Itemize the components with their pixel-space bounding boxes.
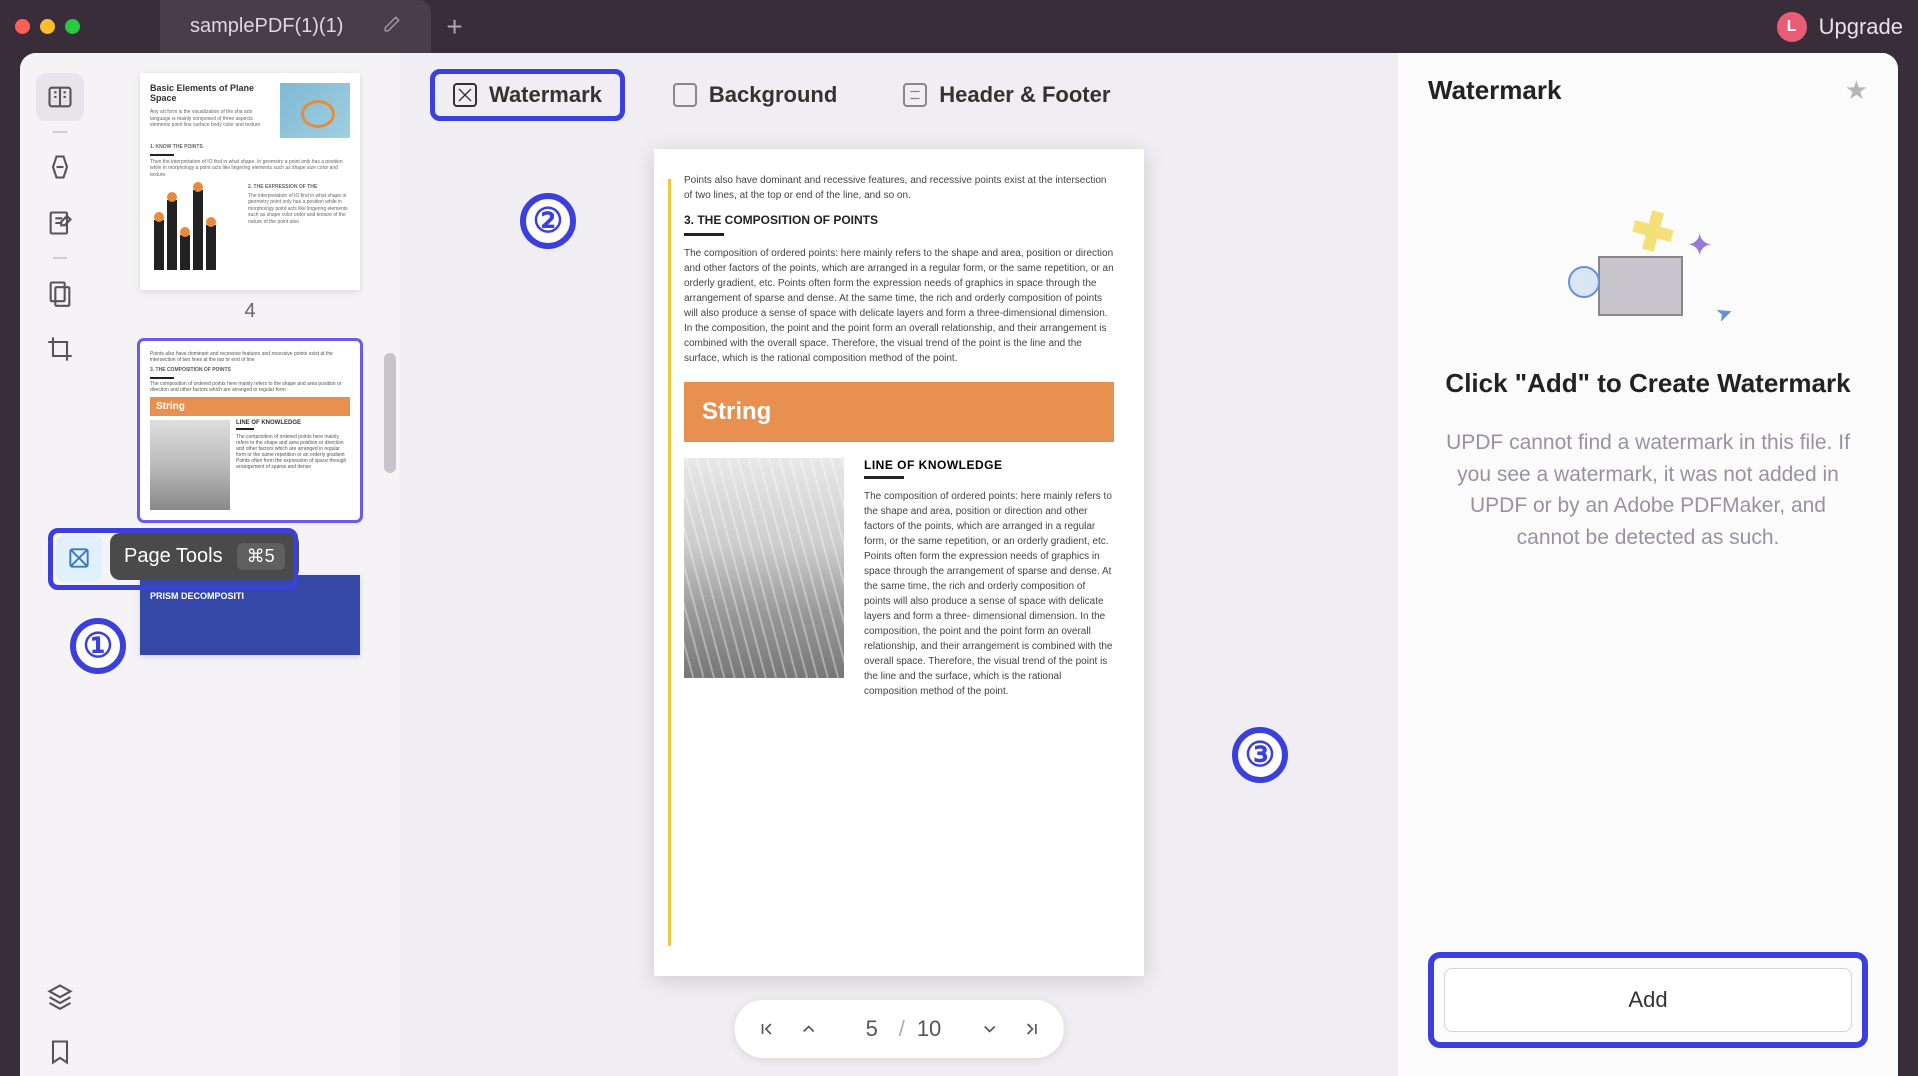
crop-tool[interactable] (36, 325, 84, 373)
tutorial-marker-2: ② (520, 193, 576, 249)
page-separator: / (899, 1016, 905, 1042)
page-navigator: 5 / 10 (735, 1000, 1064, 1058)
doc-image (684, 458, 844, 678)
next-page-button[interactable] (979, 1019, 999, 1039)
watermark-icon (453, 83, 477, 107)
minimize-window[interactable] (40, 19, 55, 34)
thumb4-title: Basic Elements of Plane Space (150, 83, 272, 103)
tutorial-highlight-1 (48, 528, 298, 590)
first-page-button[interactable] (757, 1019, 777, 1039)
titlebar: samplePDF(1)(1) + L Upgrade (0, 0, 1918, 53)
app-body: Page Tools ⌘5 Basic Elements of Plane Sp… (20, 53, 1898, 1076)
doc-string-banner: String (684, 382, 1114, 442)
tutorial-marker-3: ③ (1232, 727, 1288, 783)
tab-watermark-label: Watermark (489, 82, 602, 108)
separator (53, 131, 67, 133)
reader-tool[interactable] (36, 73, 84, 121)
thumb4-chart (150, 184, 240, 274)
doc-intro: Points also have dominant and recessive … (684, 173, 1114, 203)
document-tab[interactable]: samplePDF(1)(1) (160, 0, 431, 53)
tab-watermark[interactable]: Watermark (430, 69, 625, 121)
new-tab-button[interactable]: + (446, 11, 462, 43)
maximize-window[interactable] (65, 19, 80, 34)
last-page-button[interactable] (1021, 1019, 1041, 1039)
doc-body2: The composition of ordered points: here … (864, 489, 1114, 699)
close-window[interactable] (15, 19, 30, 34)
empty-state-illustration: ✦ ➤ (1558, 206, 1738, 336)
doc-rule (684, 233, 724, 236)
panel-title: Watermark (1428, 75, 1561, 106)
organize-tool[interactable] (36, 269, 84, 317)
rename-tab-icon[interactable] (383, 15, 401, 39)
document-page: Points also have dominant and recessive … (654, 149, 1144, 976)
tab-title: samplePDF(1)(1) (190, 15, 343, 38)
tab-header-footer-label: Header & Footer (939, 82, 1110, 108)
traffic-lights (15, 19, 80, 34)
document-viewer[interactable]: Points also have dominant and recessive … (400, 129, 1398, 1076)
highlight-tool[interactable] (36, 143, 84, 191)
upgrade-button[interactable]: Upgrade (1819, 14, 1903, 40)
layers-tool[interactable] (36, 972, 84, 1020)
doc-subheading: LINE OF KNOWLEDGE (864, 458, 1114, 472)
panel-headline: Click "Add" to Create Watermark (1428, 366, 1868, 401)
watermark-panel: Watermark ★ ✦ ➤ Click "Add" to Create Wa… (1398, 53, 1898, 1076)
tab-background[interactable]: Background (655, 72, 855, 118)
edit-tool[interactable] (36, 199, 84, 247)
bookmark-tool[interactable] (36, 1028, 84, 1076)
prev-page-button[interactable] (799, 1019, 819, 1039)
doc-body1: The composition of ordered points: here … (684, 246, 1114, 366)
thumb5-image (150, 420, 230, 510)
thumbnail-scrollbar[interactable] (384, 353, 396, 473)
doc-heading: 3. THE COMPOSITION OF POINTS (684, 213, 1114, 227)
tab-background-label: Background (709, 82, 837, 108)
page-field[interactable]: 5 / 10 (841, 1010, 958, 1048)
tab-header-footer[interactable]: Header & Footer (885, 72, 1128, 118)
doc-rule (864, 476, 904, 479)
thumbnail-page-4[interactable]: Basic Elements of Plane Space Any art fo… (140, 73, 360, 323)
background-icon (673, 83, 697, 107)
current-page[interactable]: 5 (857, 1016, 887, 1042)
thumb4-label: 4 (140, 300, 360, 323)
thumb4-image (280, 83, 350, 138)
add-watermark-button[interactable]: Add (1444, 968, 1852, 1032)
page-margin-line (668, 179, 671, 946)
thumb6-title: PRISM DECOMPOSITI (150, 591, 350, 602)
user-avatar[interactable]: L (1777, 12, 1807, 42)
tutorial-marker-1: ① (70, 618, 126, 674)
separator (53, 257, 67, 259)
panel-description: UPDF cannot find a watermark in this fil… (1428, 427, 1868, 553)
tutorial-highlight-3: Add (1428, 952, 1868, 1048)
favorite-button[interactable]: ★ (1845, 75, 1868, 106)
header-footer-icon (903, 83, 927, 107)
total-pages: 10 (917, 1016, 941, 1042)
page-tools-tabs: Watermark Background Header & Footer (400, 53, 1398, 129)
thumbnail-page-5[interactable]: Points also have dominant and recessive … (140, 341, 360, 557)
